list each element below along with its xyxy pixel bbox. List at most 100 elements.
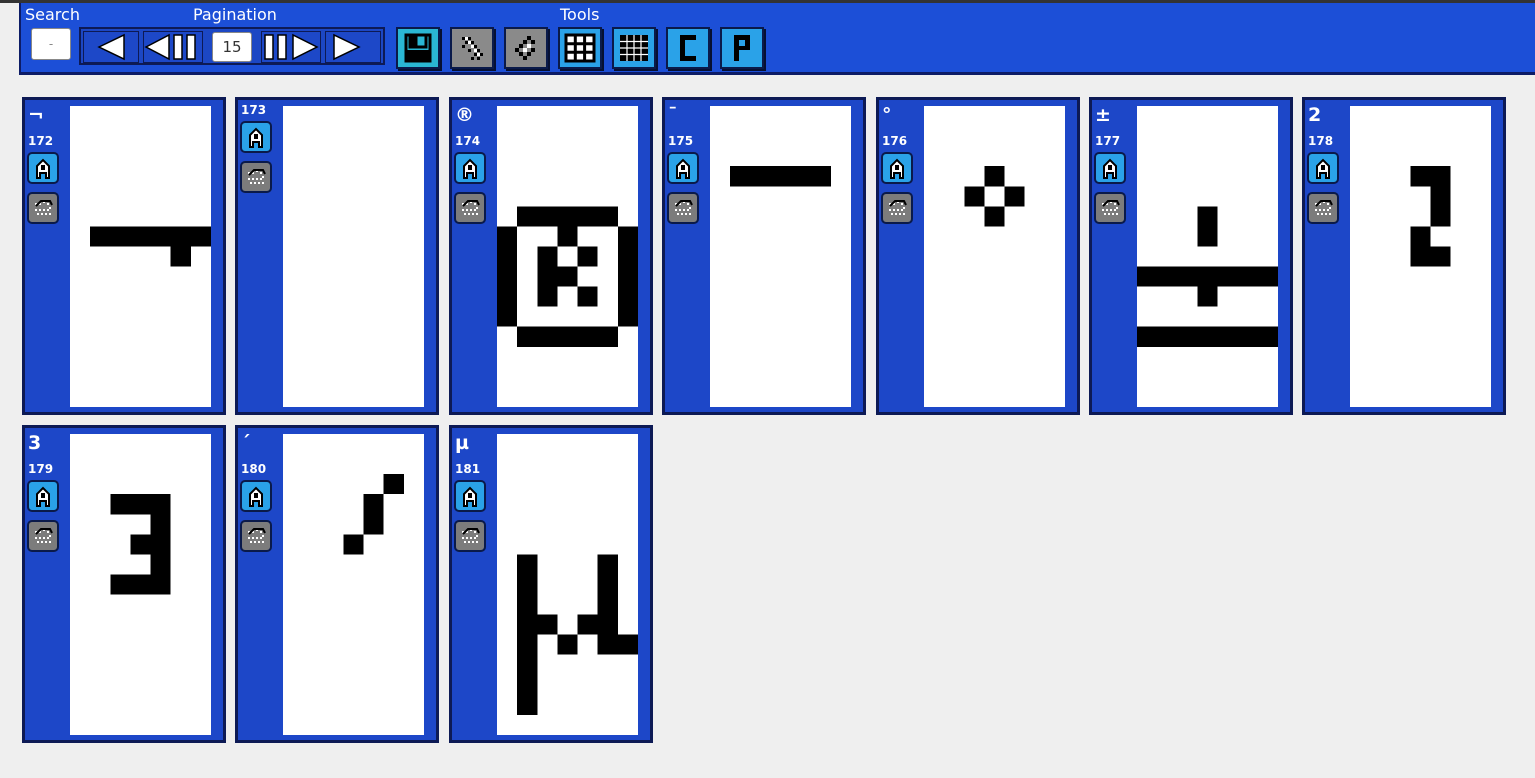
- pagination-controls: 15: [79, 27, 385, 65]
- glyph-pixel: [110, 574, 131, 595]
- glyph-pixel: [730, 166, 751, 187]
- glyph-pixel: [597, 206, 618, 227]
- glyph-pixel: [497, 246, 518, 267]
- glyph-bitmap: [343, 474, 404, 555]
- glyph-canvas[interactable]: [1350, 106, 1491, 407]
- glyph-pixel: [1137, 266, 1158, 287]
- copy-icon: [35, 528, 53, 543]
- copy-glyph-button[interactable]: [881, 192, 913, 224]
- glyph-pixel: [984, 166, 1005, 187]
- edit-glyph-button[interactable]: [27, 152, 59, 184]
- glyph-pixel: [517, 206, 538, 227]
- glyph-pixel: [363, 514, 384, 535]
- copy-glyph-button[interactable]: [27, 192, 59, 224]
- c-button[interactable]: [666, 27, 710, 69]
- glyph-code: 180: [241, 462, 267, 476]
- glyph-code: 174: [455, 134, 481, 148]
- glyph-code: 175: [668, 134, 694, 148]
- glyph-pixel: [537, 266, 558, 287]
- copy-glyph-button[interactable]: [1094, 192, 1126, 224]
- copy-icon: [1315, 200, 1333, 215]
- glyph-pixel: [130, 574, 151, 595]
- search-input[interactable]: -: [31, 28, 71, 60]
- copy-glyph-button[interactable]: [667, 192, 699, 224]
- edit-glyph-button[interactable]: [27, 480, 59, 512]
- edit-glyph-button[interactable]: [1307, 152, 1339, 184]
- glyph-pixel: [1137, 326, 1158, 347]
- pixel-scatter-icon: [462, 37, 483, 60]
- glyph-pixel: [383, 474, 404, 495]
- grid-thin-button[interactable]: [612, 27, 656, 69]
- glyph-canvas[interactable]: [497, 106, 638, 407]
- glyph-canvas[interactable]: [1137, 106, 1278, 407]
- edit-glyph-button[interactable]: [240, 480, 272, 512]
- grid-thick-button[interactable]: [558, 27, 602, 69]
- pagination-label: Pagination: [193, 5, 277, 24]
- first-page-icon: [144, 33, 196, 61]
- glyph-canvas[interactable]: [70, 434, 211, 735]
- glyph-pixel: [1430, 186, 1451, 207]
- glyph-pixel: [130, 534, 151, 555]
- glyph-canvas[interactable]: [70, 106, 211, 407]
- last-page-button[interactable]: [261, 31, 321, 63]
- edit-glyph-button[interactable]: [454, 480, 486, 512]
- glyph-pixel: [1430, 166, 1451, 187]
- glyph-bitmap: [1410, 166, 1451, 267]
- glyph-code: 176: [882, 134, 908, 148]
- glyph-card: ° 176: [876, 97, 1080, 415]
- glyph-code: 178: [1308, 134, 1334, 148]
- glyph-pixel: [130, 226, 151, 247]
- glyph-canvas[interactable]: [497, 434, 638, 735]
- copy-icon: [35, 200, 53, 215]
- next-page-button[interactable]: [325, 31, 381, 63]
- first-page-button[interactable]: [143, 31, 203, 63]
- edit-glyph-button[interactable]: [454, 152, 486, 184]
- glyph-canvas[interactable]: [283, 434, 424, 735]
- copy-icon: [675, 200, 693, 215]
- glyph-code: 172: [28, 134, 54, 148]
- copy-glyph-button[interactable]: [27, 520, 59, 552]
- edit-icon: [463, 486, 477, 507]
- edit-glyph-button[interactable]: [1094, 152, 1126, 184]
- grid-thin-icon: [620, 35, 648, 61]
- copy-glyph-button[interactable]: [454, 192, 486, 224]
- glyph-card: ® 174: [449, 97, 653, 415]
- glyph-pixel: [537, 246, 558, 267]
- copy-glyph-button[interactable]: [454, 520, 486, 552]
- glyph-bitmap: [1137, 206, 1278, 347]
- save-button[interactable]: [396, 27, 440, 69]
- glyph-pixel: [517, 554, 538, 575]
- glyph-canvas[interactable]: [924, 106, 1065, 407]
- glyph-pixel: [790, 166, 811, 187]
- edit-icon: [890, 158, 904, 179]
- p-button[interactable]: [720, 27, 764, 69]
- glyph-card: ±177: [1089, 97, 1293, 415]
- edit-glyph-button[interactable]: [667, 152, 699, 184]
- glyph-bitmap: [730, 166, 831, 187]
- edit-glyph-button[interactable]: [240, 121, 272, 153]
- pixel-scatter-button[interactable]: [450, 27, 494, 69]
- glyph-pixel: [577, 326, 598, 347]
- edit-glyph-button[interactable]: [881, 152, 913, 184]
- copy-glyph-button[interactable]: [240, 161, 272, 193]
- glyph-canvas[interactable]: [283, 106, 424, 407]
- glyph-character: °: [882, 104, 892, 126]
- glyph-pixel: [1004, 186, 1025, 207]
- copy-glyph-button[interactable]: [1307, 192, 1339, 224]
- glyph-canvas[interactable]: [710, 106, 851, 407]
- glyph-pixel: [497, 306, 518, 327]
- glyph-code: 181: [455, 462, 481, 476]
- pixel-transform-button[interactable]: [504, 27, 548, 69]
- prev-page-button[interactable]: [83, 31, 139, 63]
- glyph-pixel: [363, 494, 384, 515]
- copy-glyph-button[interactable]: [240, 520, 272, 552]
- glyph-pixel: [1237, 326, 1258, 347]
- glyph-pixel: [517, 674, 538, 695]
- glyph-character: 2: [1308, 104, 1322, 126]
- page-number-input[interactable]: 15: [212, 32, 252, 62]
- copy-icon: [1102, 200, 1120, 215]
- glyph-pixel: [577, 286, 598, 307]
- glyph-pixel: [517, 634, 538, 655]
- edit-icon: [1103, 158, 1117, 179]
- glyph-card: µ 181: [449, 425, 653, 743]
